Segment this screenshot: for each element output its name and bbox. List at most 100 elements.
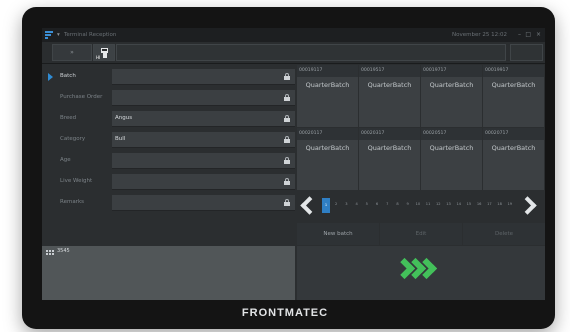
animal-count: 3545	[57, 248, 70, 254]
close-button[interactable]: ×	[536, 28, 541, 42]
live-weight-field[interactable]	[112, 174, 295, 190]
delete-button[interactable]: Delete	[463, 223, 545, 245]
lock-icon[interactable]	[284, 94, 290, 101]
lock-icon[interactable]	[284, 199, 290, 206]
purchase-order-field[interactable]	[112, 90, 295, 106]
toolbar: » HI	[42, 42, 545, 64]
page-number[interactable]: 4	[353, 202, 361, 206]
field-label: Remarks	[60, 199, 84, 205]
scanner-badge: HI	[96, 55, 101, 60]
batch-name: QuarterBatch	[429, 81, 474, 89]
field-label: Purchase Order	[60, 94, 103, 100]
batch-card[interactable]: 00020517 QuarterBatch	[421, 128, 482, 190]
age-field[interactable]	[112, 153, 295, 169]
toolbar-right-button[interactable]	[510, 44, 543, 61]
field-label: Age	[60, 157, 71, 163]
form-row-age: Age	[42, 152, 295, 169]
active-row-marker-icon	[48, 73, 53, 81]
field-label: Breed	[60, 115, 77, 121]
window-titlebar: ▾ Terminal Reception November 25 12:02 –…	[42, 28, 545, 42]
batch-field[interactable]	[112, 69, 295, 85]
page-number[interactable]: 10	[414, 202, 422, 206]
lock-icon[interactable]	[284, 115, 290, 122]
info-panel: 3545	[42, 246, 295, 300]
barcode-grid-icon	[46, 250, 54, 256]
batch-id: 00020517	[421, 128, 482, 140]
app-screen: ▾ Terminal Reception November 25 12:02 –…	[42, 28, 545, 300]
menu-caret-icon[interactable]: ▾	[57, 28, 60, 42]
page-number[interactable]: 8	[393, 202, 401, 206]
app-logo-icon	[45, 31, 53, 39]
remarks-field[interactable]	[112, 195, 295, 211]
batch-name: QuarterBatch	[429, 144, 474, 152]
page-number[interactable]: 13	[445, 202, 453, 206]
field-label: Live Weight	[60, 178, 93, 184]
batch-card[interactable]: 00020117 QuarterBatch	[297, 128, 358, 190]
page-number[interactable]: 17	[485, 202, 493, 206]
batch-name: QuarterBatch	[305, 144, 350, 152]
datetime-display: November 25 12:02	[452, 32, 507, 38]
field-value: Angus	[115, 115, 133, 121]
batch-card[interactable]: 00019117 QuarterBatch	[297, 65, 358, 127]
brand-logo: FRONTMATEC	[241, 307, 329, 319]
category-field[interactable]: Bull	[112, 132, 295, 148]
page-number[interactable]: 2	[332, 202, 340, 206]
forward-icon: »	[70, 49, 74, 56]
proceed-button[interactable]	[297, 246, 545, 300]
page-number[interactable]: 7	[383, 202, 391, 206]
field-label: Category	[60, 136, 86, 142]
previous-page-arrow-icon[interactable]	[295, 195, 319, 217]
batch-card[interactable]: 00020317 QuarterBatch	[359, 128, 420, 190]
page-number[interactable]: 15	[465, 202, 473, 206]
maximize-button[interactable]: □	[525, 28, 531, 42]
batch-id: 00020317	[359, 128, 420, 140]
batch-name: QuarterBatch	[491, 144, 536, 152]
page-number[interactable]: 16	[475, 202, 483, 206]
minimize-button[interactable]: –	[518, 28, 521, 42]
field-label: Batch	[60, 73, 76, 79]
batch-id: 00019917	[483, 65, 544, 77]
batch-id: 00020117	[297, 128, 358, 140]
page-number[interactable]: 3	[342, 202, 350, 206]
page-number[interactable]: 5	[363, 202, 371, 206]
form-row-category: Category Bull	[42, 131, 295, 148]
page-number[interactable]: 18	[496, 202, 504, 206]
page-number[interactable]: 9	[404, 202, 412, 206]
batch-card[interactable]: 00019517 QuarterBatch	[359, 65, 420, 127]
lock-icon[interactable]	[284, 73, 290, 80]
batch-name: QuarterBatch	[367, 81, 412, 89]
toolbar-forward-button[interactable]: »	[52, 44, 92, 61]
new-batch-button[interactable]: New batch	[297, 223, 379, 245]
page-number[interactable]: 14	[455, 202, 463, 206]
form-row-live-weight: Live Weight	[42, 173, 295, 190]
batch-id: 00019117	[297, 65, 358, 77]
form-row-batch: Batch	[42, 68, 295, 85]
batch-name: QuarterBatch	[305, 81, 350, 89]
batch-id: 00019517	[359, 65, 420, 77]
breed-field[interactable]: Angus	[112, 111, 295, 127]
batch-card[interactable]: 00019917 QuarterBatch	[483, 65, 544, 127]
field-value: Bull	[115, 136, 126, 142]
batch-card[interactable]: 00020717 QuarterBatch	[483, 128, 544, 190]
toolbar-scanner-button[interactable]: HI	[93, 44, 115, 61]
page-number[interactable]: 11	[424, 202, 432, 206]
form-row-purchase-order: Purchase Order	[42, 89, 295, 106]
page-number[interactable]: 19	[506, 202, 514, 206]
form-row-breed: Breed Angus	[42, 110, 295, 127]
lock-icon[interactable]	[284, 136, 290, 143]
page-number[interactable]: 1	[322, 198, 330, 213]
form-row-remarks: Remarks	[42, 194, 295, 211]
window-title: Terminal Reception	[64, 32, 117, 38]
batch-id: 00019717	[421, 65, 482, 77]
lock-icon[interactable]	[284, 178, 290, 185]
batch-pager: 1 2 3 4 5 6 7 8 9 10 11 12 13 14 15 16 17 18 19	[295, 191, 545, 222]
batch-id: 00020717	[483, 128, 544, 140]
page-number[interactable]: 6	[373, 202, 381, 206]
batch-name: QuarterBatch	[367, 144, 412, 152]
edit-button[interactable]: Edit	[380, 223, 462, 245]
page-number[interactable]: 12	[434, 202, 442, 206]
scanner-icon	[101, 48, 108, 58]
batch-card[interactable]: 00019717 QuarterBatch	[421, 65, 482, 127]
lock-icon[interactable]	[284, 157, 290, 164]
next-page-arrow-icon[interactable]	[519, 195, 543, 217]
